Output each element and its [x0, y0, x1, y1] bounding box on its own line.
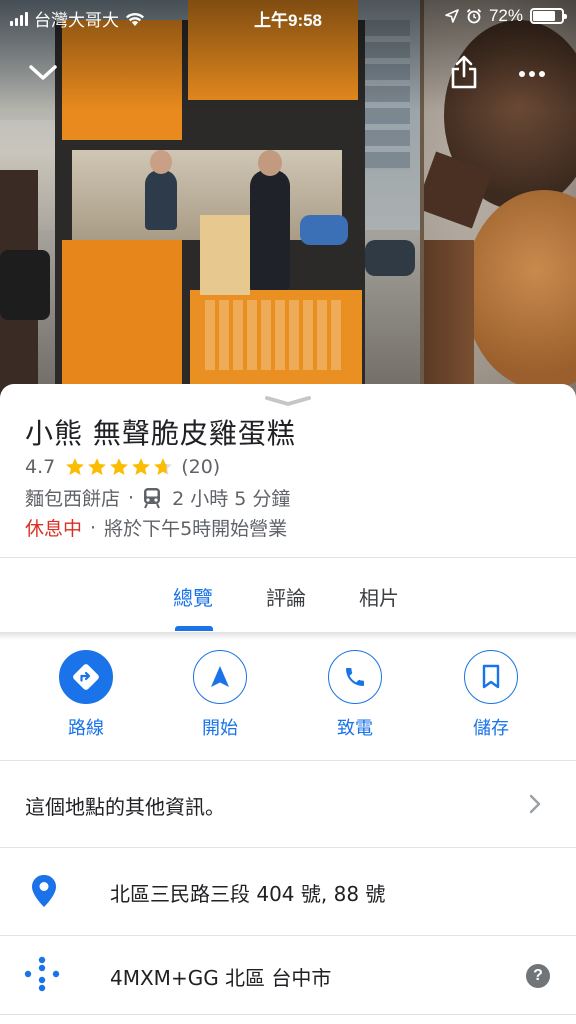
tab-reviews[interactable]: 評論 — [266, 582, 306, 611]
train-icon — [144, 487, 161, 508]
category-label: 麵包西餅店 — [25, 488, 121, 510]
star-icon — [154, 458, 173, 475]
help-icon[interactable]: ? — [526, 964, 550, 988]
star-icon — [66, 458, 85, 475]
sheet-handle-icon[interactable] — [263, 394, 313, 408]
save-label: 儲存 — [473, 718, 509, 739]
save-button[interactable]: 儲存 — [446, 650, 536, 740]
more-options-button[interactable] — [510, 52, 554, 96]
alarm-icon — [466, 8, 482, 24]
rating-value: 4.7 — [25, 456, 56, 478]
location-arrow-icon — [445, 9, 459, 23]
opening-time: 將於下午5時開始營業 — [104, 518, 288, 540]
call-button[interactable]: 致電 — [310, 650, 400, 740]
place-title: 小熊 無聲脆皮雞蛋糕 — [25, 417, 296, 450]
separator-dot: · — [128, 486, 135, 509]
plus-code-text: 4MXM+GG 北區 台中市 — [110, 966, 332, 990]
photo-gallery[interactable] — [0, 0, 576, 400]
more-info-text: 這個地點的其他資訊。 — [25, 795, 225, 819]
plus-code-row[interactable]: 4MXM+GG 北區 台中市 ? — [0, 936, 576, 1022]
tabs-shadow — [0, 632, 576, 640]
share-button[interactable] — [442, 50, 486, 94]
directions-button[interactable]: 路線 — [41, 650, 131, 740]
location-pin-icon — [32, 875, 56, 907]
hours-row[interactable]: 休息中 · 將於下午5時開始營業 — [25, 514, 287, 541]
star-rating — [65, 457, 173, 477]
share-icon — [451, 55, 477, 89]
more-info-row[interactable]: 這個地點的其他資訊。 — [0, 761, 576, 847]
address-text: 北區三民路三段 404 號, 88 號 — [110, 882, 386, 906]
place-sheet: 小熊 無聲脆皮雞蛋糕 4.7 (20) 麵包西餅店 · 2 小時 5 分鐘 休息… — [0, 384, 576, 1024]
tab-bar: 總覽 評論 相片 — [0, 558, 576, 632]
active-tab-indicator — [175, 626, 213, 631]
plus-code-icon — [24, 956, 60, 992]
chevron-right-icon — [529, 794, 541, 814]
category-row: 麵包西餅店 · 2 小時 5 分鐘 — [25, 484, 290, 511]
separator-dot: · — [90, 516, 97, 539]
status-bar: 台灣大哥大 上午9:58 72% — [0, 0, 576, 34]
chevron-down-icon — [29, 65, 57, 80]
star-icon — [88, 458, 107, 475]
navigation-icon — [211, 666, 229, 687]
more-dots-icon — [519, 71, 545, 77]
tab-photos[interactable]: 相片 — [359, 582, 399, 611]
phone-icon — [346, 668, 364, 686]
review-count: (20) — [181, 456, 221, 478]
address-row[interactable]: 北區三民路三段 404 號, 88 號 — [0, 848, 576, 934]
call-label: 致電 — [337, 718, 373, 739]
divider — [0, 1014, 576, 1015]
battery-icon — [530, 8, 567, 24]
transit-time: 2 小時 5 分鐘 — [172, 488, 291, 510]
directions-icon — [73, 664, 99, 690]
star-icon — [132, 458, 151, 475]
start-label: 開始 — [202, 718, 238, 739]
status-closed: 休息中 — [25, 518, 83, 540]
rating-row[interactable]: 4.7 (20) — [25, 456, 220, 478]
battery-percent: 72% — [488, 6, 523, 25]
bookmark-icon — [482, 664, 500, 689]
tab-overview[interactable]: 總覽 — [173, 582, 213, 611]
start-button[interactable]: 開始 — [175, 650, 265, 740]
collapse-button[interactable] — [21, 51, 65, 95]
directions-label: 路線 — [68, 718, 104, 739]
star-icon — [110, 458, 129, 475]
